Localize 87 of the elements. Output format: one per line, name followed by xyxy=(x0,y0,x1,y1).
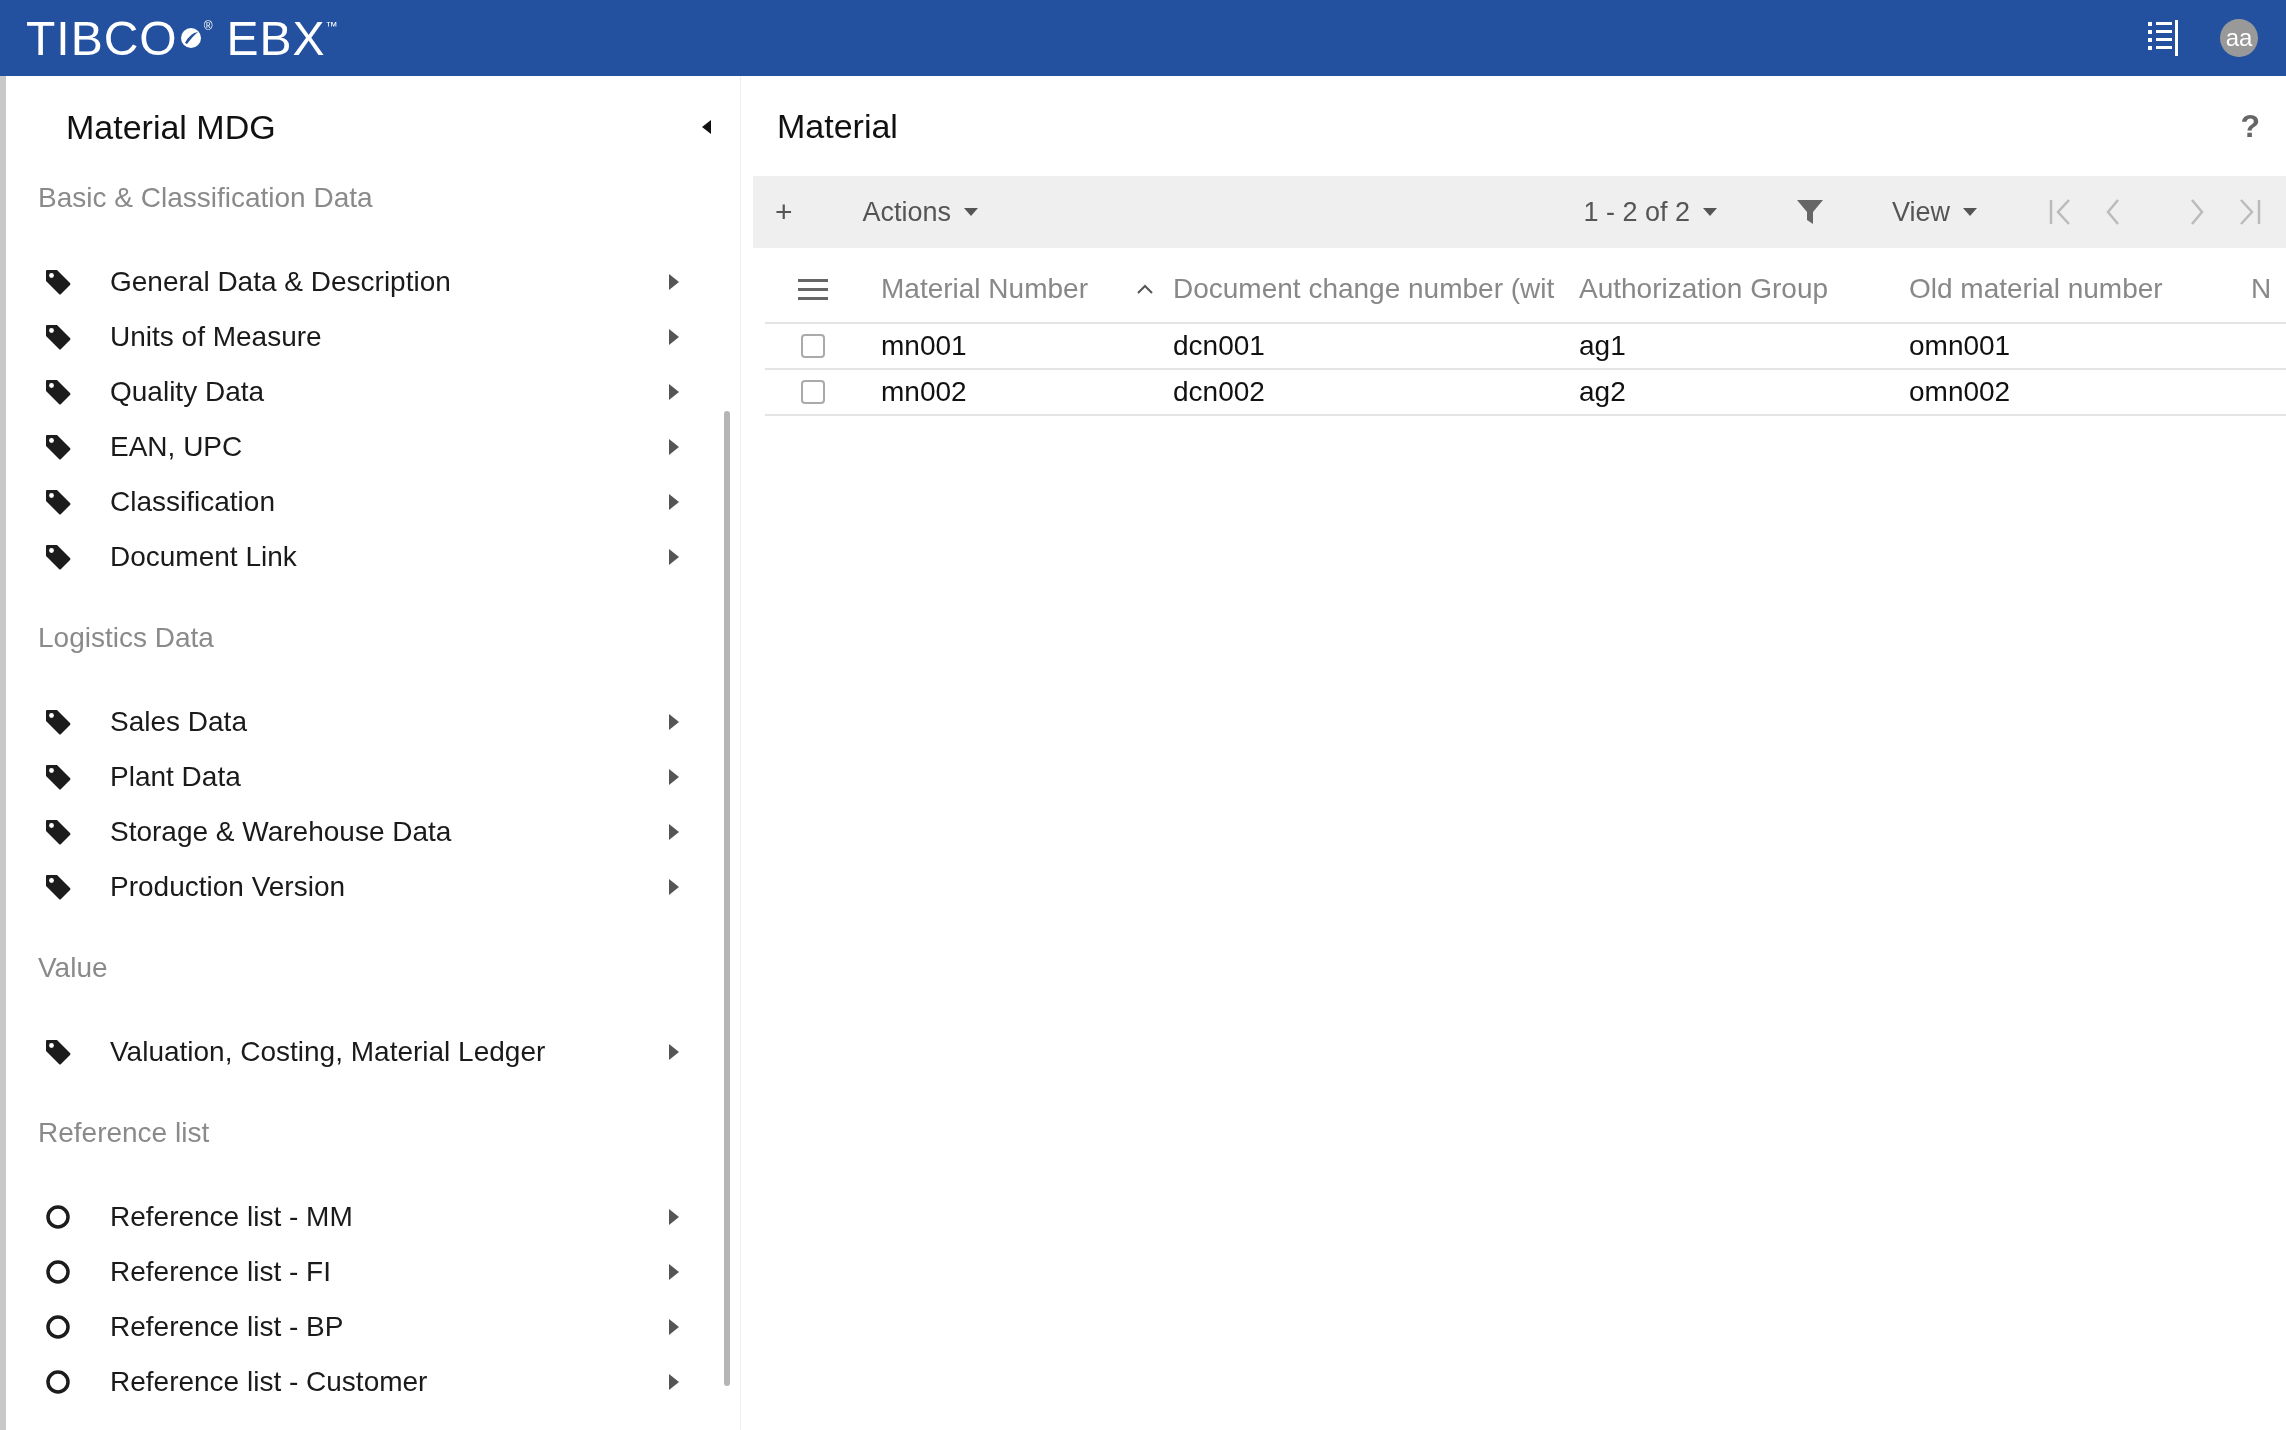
section-heading: Basic & Classification Data xyxy=(37,181,374,215)
circle-icon xyxy=(44,1367,72,1396)
expand-arrow-icon xyxy=(668,767,680,786)
sidebar-item[interactable]: Quality Data xyxy=(6,364,700,419)
tag-icon xyxy=(44,322,72,351)
column-header[interactable]: Old material number xyxy=(1909,273,2245,305)
tag-icon xyxy=(44,267,72,296)
expand-arrow-icon xyxy=(668,822,680,841)
table-cell-text: mn002 xyxy=(880,376,968,408)
previous-page-icon[interactable] xyxy=(2104,197,2122,227)
expand-arrow-icon xyxy=(668,1317,680,1336)
add-button[interactable]: + xyxy=(775,195,793,229)
sidebar-title: Material MDG xyxy=(66,107,276,147)
tag-icon xyxy=(44,432,72,461)
sidebar-item[interactable]: Storage & Warehouse Data xyxy=(6,804,700,859)
expand-arrow-icon xyxy=(668,877,680,896)
expand-arrow-icon xyxy=(668,492,680,511)
sidebar-item[interactable]: Valuation, Costing, Material Ledger xyxy=(6,1024,700,1079)
sidebar-item[interactable]: General Data & Description xyxy=(6,254,700,309)
table-cell-text: dcn002 xyxy=(1172,376,1266,408)
expand-arrow-icon xyxy=(668,272,680,291)
caret-icon xyxy=(963,207,980,217)
tag-icon xyxy=(44,377,72,406)
section-heading: Reference list xyxy=(37,1116,211,1150)
logo-text: TIBCO xyxy=(26,10,178,66)
circle-icon xyxy=(44,1312,72,1341)
sidebar-item[interactable]: Plant Data xyxy=(6,749,700,804)
sidebar-item[interactable]: Classification xyxy=(6,474,700,529)
tag-icon xyxy=(44,707,72,736)
view-menu[interactable]: View xyxy=(1891,196,1978,228)
trademark-mark: ™ xyxy=(325,18,338,33)
help-button[interactable]: ? xyxy=(2240,107,2260,145)
tag-icon xyxy=(44,762,72,791)
scrollbar[interactable] xyxy=(724,411,730,1386)
actions-menu[interactable]: Actions xyxy=(862,196,980,228)
tag-icon xyxy=(44,817,72,846)
sidebar-item[interactable]: Reference list - FI xyxy=(6,1244,700,1299)
sidebar-item[interactable]: Reference list - Customer xyxy=(6,1354,700,1409)
pagination-menu[interactable]: 1 - 2 of 2 xyxy=(1583,196,1718,228)
sidebar-item[interactable]: Reference list - BP xyxy=(6,1299,700,1354)
column-header[interactable]: Document change number (wit xyxy=(1169,273,1579,305)
circle-icon xyxy=(44,1202,72,1231)
column-header[interactable]: N xyxy=(2245,273,2285,305)
expand-arrow-icon xyxy=(668,1207,680,1226)
section-heading: Value xyxy=(37,951,109,985)
table-cell-text: dcn001 xyxy=(1172,330,1266,362)
expand-arrow-icon xyxy=(668,327,680,346)
expand-arrow-icon xyxy=(668,547,680,566)
table-cell-text: ag1 xyxy=(1579,330,1627,362)
task-list-icon[interactable] xyxy=(2146,18,2180,58)
sidebar-item[interactable]: Production Version xyxy=(6,859,700,914)
table-cell-text: mn001 xyxy=(880,330,968,362)
table-cell-text: ag2 xyxy=(1579,376,1627,408)
sidebar-item[interactable]: Sales Data xyxy=(6,694,700,749)
expand-arrow-icon xyxy=(668,1262,680,1281)
expand-arrow-icon xyxy=(668,1372,680,1391)
expand-arrow-icon xyxy=(668,1042,680,1061)
column-header[interactable]: Authorization Group xyxy=(1579,273,1909,305)
tag-icon xyxy=(44,487,72,516)
page-title: Material xyxy=(777,106,898,146)
section-heading: Logistics Data xyxy=(37,621,215,655)
expand-arrow-icon xyxy=(668,712,680,731)
row-checkbox[interactable] xyxy=(801,334,825,358)
expand-arrow-icon xyxy=(668,382,680,401)
menu-icon[interactable] xyxy=(798,277,828,301)
sidebar-item[interactable]: Reference list - MM xyxy=(6,1189,700,1244)
product-name: EBX xyxy=(226,10,326,66)
caret-icon xyxy=(1962,207,1978,217)
collapse-icon[interactable] xyxy=(700,119,712,135)
sidebar-item[interactable]: Units of Measure xyxy=(6,309,700,364)
caret-icon xyxy=(1701,207,1718,217)
expand-arrow-icon xyxy=(668,437,680,456)
sidebar-item[interactable]: Document Link xyxy=(6,529,700,584)
table-cell-text: omn002 xyxy=(1909,376,2012,408)
sidebar-item[interactable]: EAN, UPC xyxy=(6,419,700,474)
next-page-icon[interactable] xyxy=(2188,197,2206,227)
sort-ascending-icon xyxy=(1137,284,1153,294)
leaf-logo-icon xyxy=(179,27,202,49)
table-cell-text: omn001 xyxy=(1909,330,2012,362)
filter-icon[interactable] xyxy=(1795,198,1824,226)
registered-mark: ® xyxy=(203,18,213,33)
circle-icon xyxy=(44,1257,72,1286)
tag-icon xyxy=(44,1037,72,1066)
column-header[interactable]: Material Number xyxy=(861,273,1169,305)
row-checkbox[interactable] xyxy=(801,380,825,404)
tag-icon xyxy=(44,872,72,901)
tag-icon xyxy=(44,542,72,571)
